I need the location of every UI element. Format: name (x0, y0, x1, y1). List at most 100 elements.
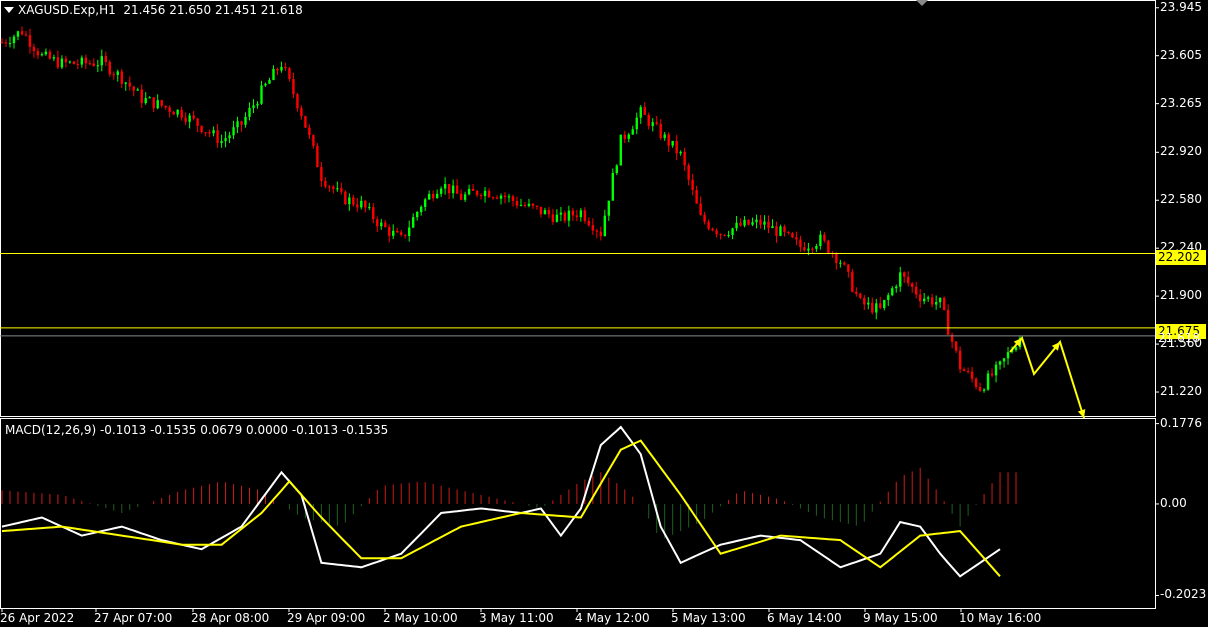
chart-svg[interactable] (0, 0, 1208, 627)
candle-body (164, 105, 167, 108)
candle-body (811, 248, 814, 250)
candle-body (176, 109, 179, 115)
ohlc-values: 21.456 21.650 21.451 21.618 (123, 3, 303, 17)
candle-body (998, 361, 1002, 365)
candle-body (751, 222, 754, 225)
candle-body (308, 127, 311, 136)
candle-body (899, 272, 902, 287)
candle-body (767, 221, 770, 229)
candle-body (483, 190, 487, 196)
candle-body (220, 141, 223, 144)
macd-title: MACD(12,26,9) -0.1013 -0.1535 0.0679 0.0… (5, 423, 389, 437)
candle-body (627, 134, 630, 139)
candle-body (244, 116, 247, 125)
candle-body (739, 222, 742, 226)
candle-body (519, 204, 523, 206)
time-tick-label: 26 Apr 2022 (0, 611, 75, 625)
candle-body (60, 58, 64, 68)
candle-body (887, 295, 890, 300)
candle-body (252, 105, 255, 108)
candle-body (791, 233, 794, 238)
candle-body (855, 291, 858, 294)
candle-body (284, 66, 287, 69)
candle-body (451, 185, 455, 194)
candle-body (1006, 352, 1010, 359)
candle-body (479, 195, 483, 197)
candle-body (96, 65, 100, 67)
level-label-upper: 22.202 (1156, 250, 1206, 265)
candle-body (208, 132, 211, 134)
candle-body (112, 74, 115, 76)
candle-body (212, 130, 215, 134)
candle-body (332, 186, 335, 190)
candle-body (747, 219, 750, 225)
candle-body (703, 214, 706, 222)
menu-triangle-icon[interactable] (4, 7, 14, 13)
candle-body (787, 231, 790, 234)
candle-body (92, 63, 96, 66)
candle-body (515, 200, 519, 206)
candle-body (539, 206, 543, 215)
candle-body (16, 31, 20, 37)
candle-body (56, 57, 60, 68)
candle-body (671, 140, 674, 146)
candle-body (156, 100, 159, 109)
candle-body (356, 204, 359, 208)
candle-body (68, 61, 72, 63)
candle-body (240, 121, 243, 125)
candle-body (300, 108, 303, 116)
candle-body (204, 132, 207, 134)
candle-body (615, 165, 618, 174)
candle-body (312, 135, 315, 146)
candle-body (815, 245, 818, 249)
candle-body (372, 207, 375, 220)
candle-body (260, 85, 263, 104)
candle-body (4, 42, 8, 44)
candle-body (879, 303, 882, 308)
candle-body (144, 98, 147, 104)
candle-body (236, 121, 239, 128)
candle-body (392, 230, 395, 236)
candle-body (376, 219, 379, 227)
candle-body (579, 210, 583, 218)
candle-body (859, 293, 862, 298)
candle-body (655, 122, 658, 124)
candle-body (719, 234, 722, 236)
candle-body (411, 217, 415, 228)
candle-body (455, 185, 459, 194)
candle-body (679, 151, 682, 154)
candle-body (132, 86, 135, 91)
candle-body (599, 231, 603, 236)
candle-body (567, 210, 571, 221)
candle-body (196, 118, 199, 126)
candle-body (603, 215, 607, 236)
candle-body (675, 140, 678, 154)
candle-body (583, 210, 587, 221)
candle-body (475, 190, 479, 196)
candle-body (192, 115, 195, 119)
candle-body (863, 297, 866, 305)
candle-body (180, 109, 183, 118)
candle-body (731, 228, 734, 236)
candle-body (974, 378, 978, 387)
candle-body (623, 134, 626, 139)
candle-body (248, 107, 251, 117)
candle-body (296, 94, 299, 109)
candle-body (511, 196, 515, 201)
candle-body (639, 107, 642, 118)
candle-body (819, 234, 822, 246)
candle-body (755, 219, 758, 223)
candle-body (934, 302, 938, 305)
candle-body (903, 272, 906, 277)
candle-body (699, 203, 702, 215)
candle-body (595, 230, 599, 232)
candle-body (523, 204, 527, 206)
candle-body (851, 271, 854, 292)
candle-body (978, 386, 982, 391)
macd-tick-label: 0.1776 (1160, 415, 1202, 430)
candle-body (803, 247, 806, 251)
time-tick-label: 6 May 14:00 (767, 611, 842, 625)
candle-body (276, 68, 279, 71)
price-tick-label: 22.580 (1160, 192, 1202, 207)
candle-body (72, 61, 76, 65)
